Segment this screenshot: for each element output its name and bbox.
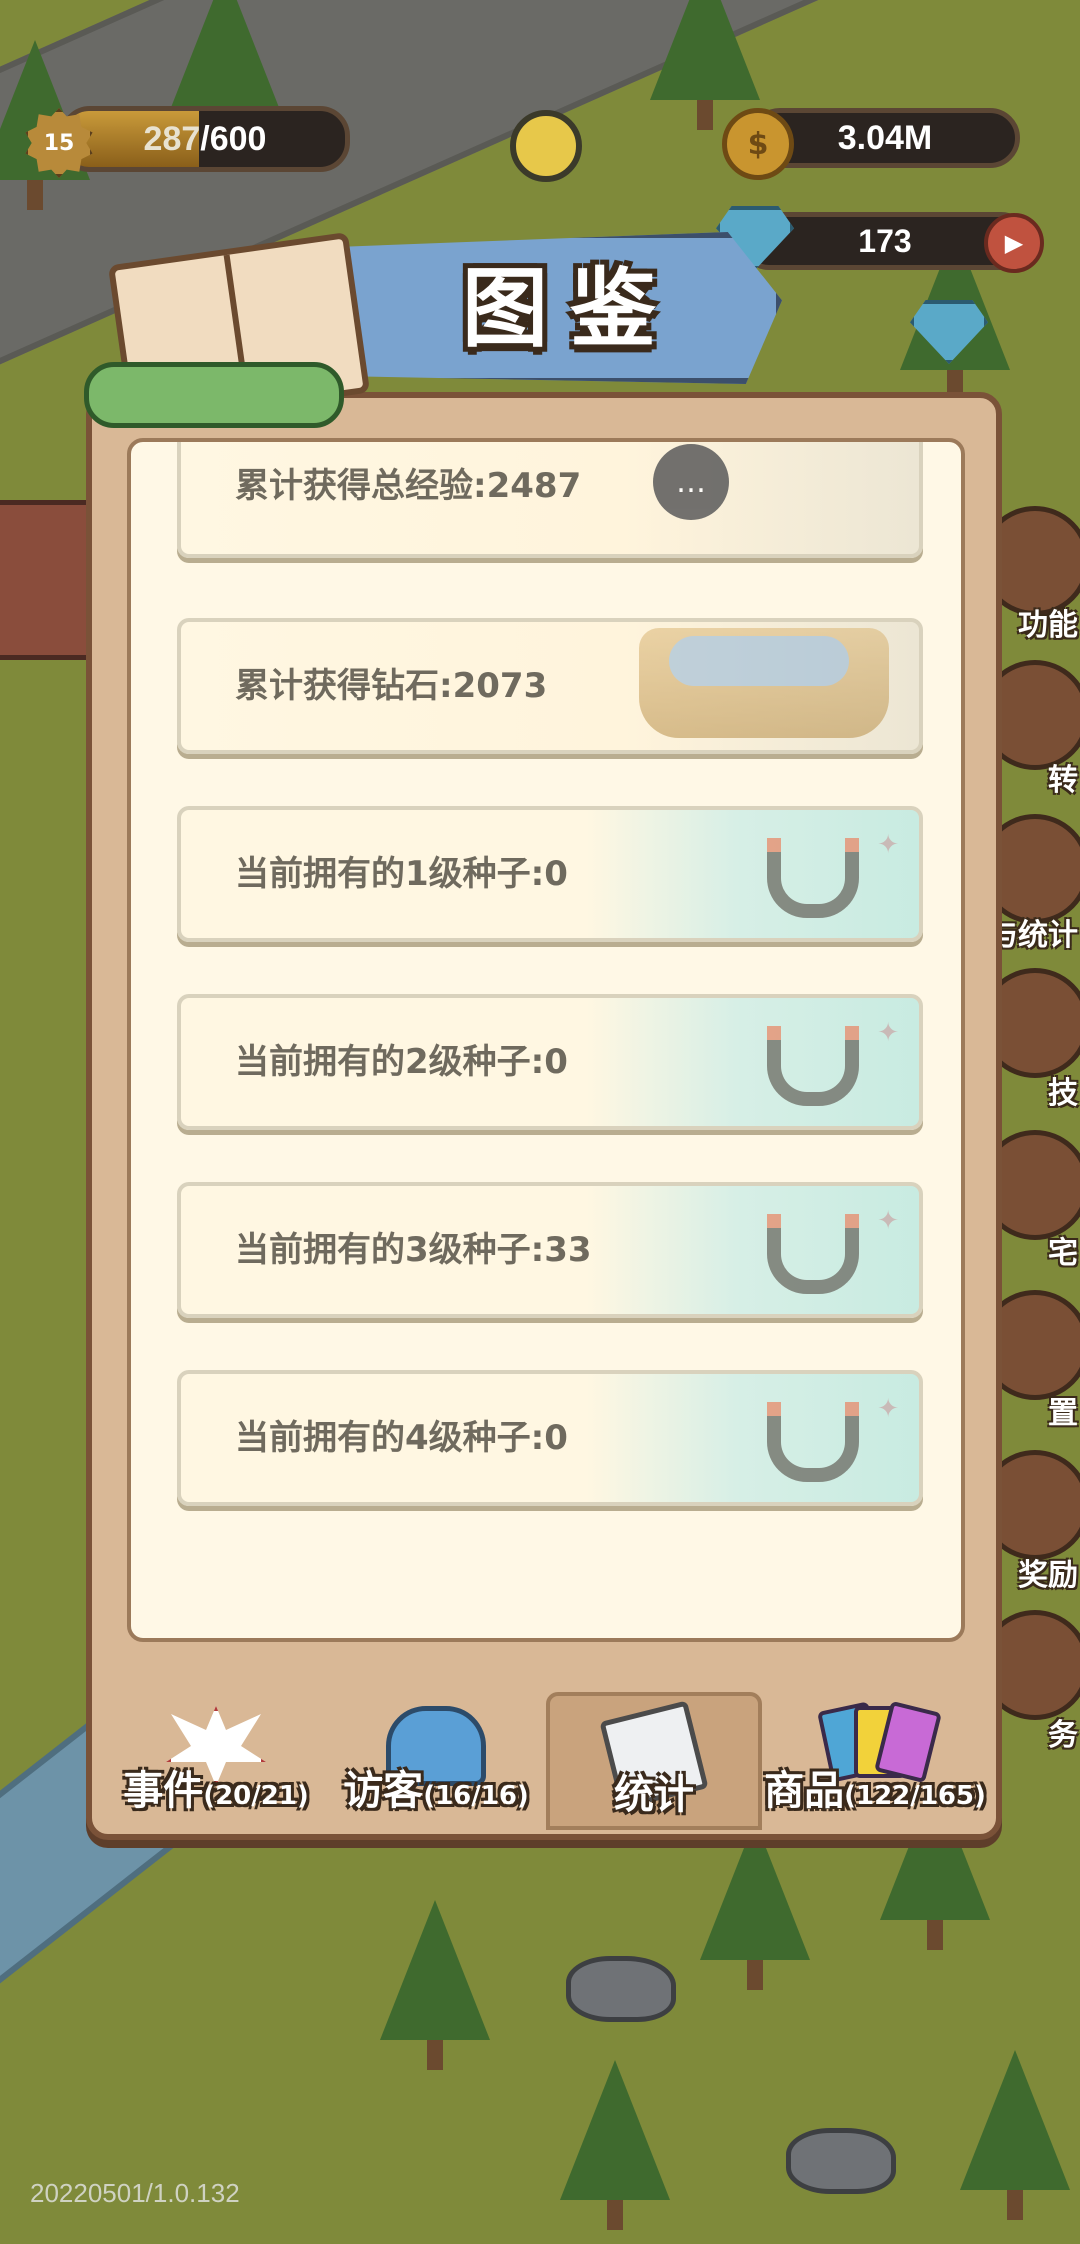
side-label: 技 <box>1048 1076 1078 1111</box>
sparkle-icon: ✦ <box>877 830 899 860</box>
tree <box>700 1820 810 1990</box>
side-label: 置 <box>1048 1396 1078 1431</box>
sparkle-icon: ✦ <box>877 1394 899 1424</box>
stat-card-seed-lv4: ✦ 当前拥有的4级种子:0 <box>177 1370 923 1506</box>
tab-items[interactable]: 商品(122/165) <box>760 1692 990 1822</box>
sun-icon <box>510 110 582 182</box>
magnet-icon <box>767 1402 859 1482</box>
stat-label: 当前拥有的2级种子:0 <box>235 1042 568 1082</box>
rock <box>566 1956 676 2022</box>
tab-count: (122/165) <box>844 1781 986 1811</box>
play-icon[interactable]: ▶ <box>984 213 1044 273</box>
rock <box>786 2128 896 2194</box>
tab-count: (20/21) <box>203 1781 309 1811</box>
stat-label: 累计获得总经验:2487 <box>235 466 582 506</box>
leaves-decoration <box>84 362 344 428</box>
magnet-icon <box>767 838 859 918</box>
chat-bubble-icon: … <box>653 444 729 520</box>
tree <box>560 2060 670 2230</box>
sparkle-icon: ✦ <box>877 1018 899 1048</box>
stats-list: … 累计获得总经验:2487 累计获得钻石:2073 ✦ 当前拥有的1级种子:0… <box>127 438 965 1642</box>
tab-label: 访客 <box>343 1768 424 1814</box>
stat-label: 当前拥有的1级种子:0 <box>235 854 568 894</box>
side-label: 务 <box>1048 1718 1078 1753</box>
side-label: 转 <box>1048 763 1078 798</box>
coin-amount: 3.04M <box>837 119 933 157</box>
collection-panel: … 累计获得总经验:2487 累计获得钻石:2073 ✦ 当前拥有的1级种子:0… <box>86 392 1002 1840</box>
tab-visitors[interactable]: 访客(16/16) <box>328 1692 544 1822</box>
tab-label: 商品 <box>764 1768 845 1814</box>
panel-title: 图鉴 <box>462 259 678 359</box>
side-label: 宅 <box>1048 1236 1078 1271</box>
coin-icon: $ <box>722 108 794 180</box>
tab-label: 统计 <box>614 1772 694 1818</box>
tab-events[interactable]: 事件(20/21) <box>108 1692 324 1822</box>
tab-label: 事件 <box>123 1768 204 1814</box>
tree <box>960 2050 1070 2220</box>
side-label: 功能 <box>1018 608 1078 643</box>
tree <box>650 0 760 130</box>
tab-statistics[interactable]: 统计 <box>546 1692 762 1830</box>
tree <box>170 0 280 140</box>
stat-label: 当前拥有的4级种子:0 <box>235 1418 568 1458</box>
diamond-cart-icon <box>639 628 889 738</box>
gem-amount: 173 <box>858 223 912 259</box>
xp-current: 287 <box>143 120 201 158</box>
magnet-icon <box>767 1026 859 1106</box>
side-label: 奖励 <box>1018 1558 1078 1593</box>
stat-card-seed-lv3: ✦ 当前拥有的3级种子:33 <box>177 1182 923 1318</box>
stat-card-seed-lv1: ✦ 当前拥有的1级种子:0 <box>177 806 923 942</box>
tree <box>380 1900 490 2070</box>
magnet-icon <box>767 1214 859 1294</box>
stat-card-seed-lv2: ✦ 当前拥有的2级种子:0 <box>177 994 923 1130</box>
sparkle-icon: ✦ <box>877 1206 899 1236</box>
xp-bar: 287/600 <box>60 106 350 172</box>
stat-label: 累计获得钻石:2073 <box>235 666 548 706</box>
stat-label: 当前拥有的3级种子:33 <box>235 1230 592 1270</box>
tab-count: (16/16) <box>423 1781 529 1811</box>
stat-card-total-exp: … 累计获得总经验:2487 <box>177 442 923 558</box>
xp-max: /600 <box>200 120 267 158</box>
level-number: 15 <box>43 130 75 156</box>
version-label: 20220501/1.0.132 <box>30 2178 240 2208</box>
stat-card-total-diamonds: 累计获得钻石:2073 <box>177 618 923 754</box>
